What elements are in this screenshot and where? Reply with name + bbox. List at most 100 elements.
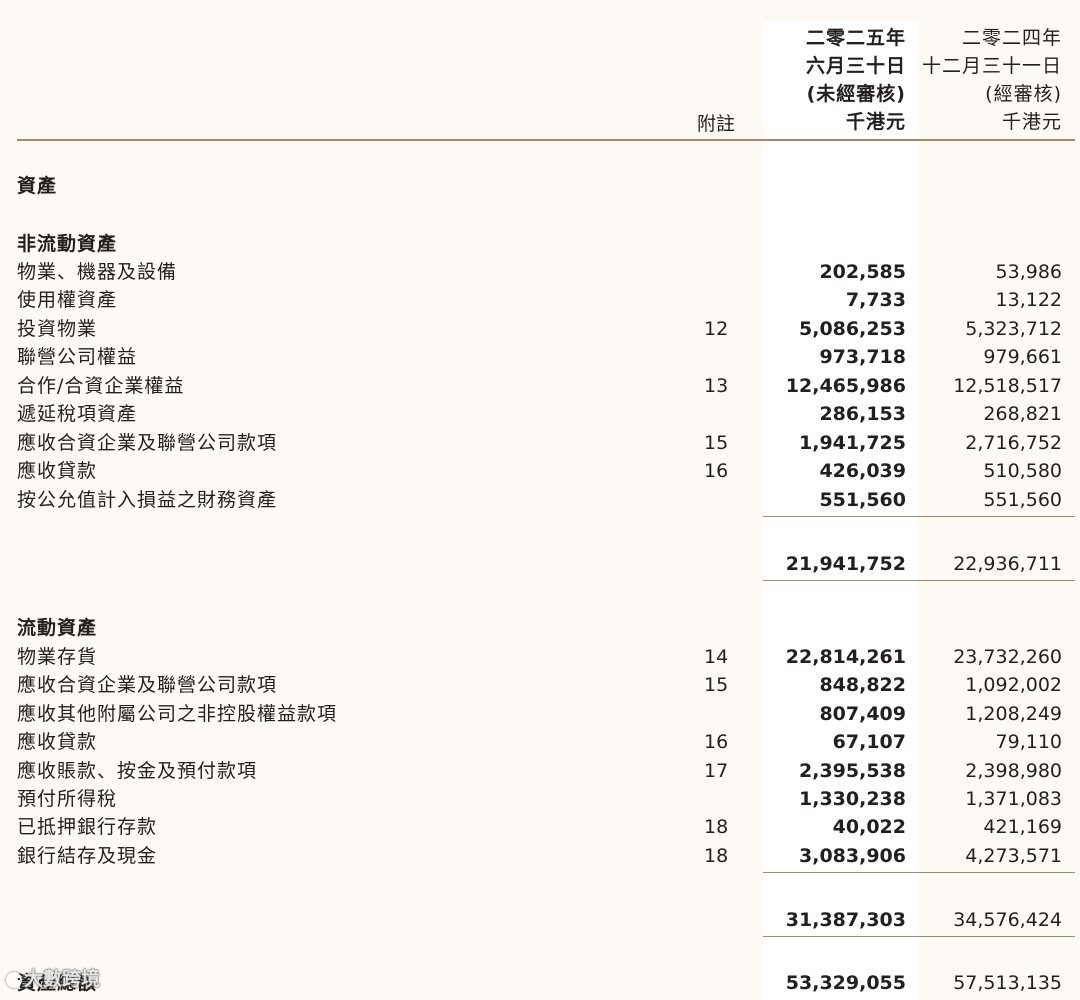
non-current-subtotal-previous: 22,936,711 <box>953 553 1062 575</box>
row-label: 應收其他附屬公司之非控股權益款項 <box>17 703 338 725</box>
row-label: 應收貸款 <box>17 460 98 482</box>
total-assets-current: 53,329,055 <box>785 972 906 994</box>
row-note: 16 <box>704 460 729 482</box>
table-row: 使用權資產 7,733 13,122 <box>0 286 1080 314</box>
row-current-value: 973,718 <box>819 346 906 368</box>
table-row: 預付所得稅 1,330,238 1,371,083 <box>0 785 1080 813</box>
table-row: 應收其他附屬公司之非控股權益款項 807,409 1,208,249 <box>0 700 1080 728</box>
current-assets-heading: 流動資產 <box>17 617 98 639</box>
table-row: 應收合資企業及聯營公司款項 15 1,941,725 2,716,752 <box>0 429 1080 457</box>
row-current-value: 2,395,538 <box>799 760 906 782</box>
row-current-value: 286,153 <box>819 403 906 425</box>
table-row: 應收貸款 16 67,107 79,110 <box>0 728 1080 756</box>
table-row: 物業、機器及設備 202,585 53,986 <box>0 258 1080 286</box>
current-header-year: 二零二五年 <box>805 27 906 49</box>
row-note: 14 <box>704 646 729 668</box>
row-previous-value: 4,273,571 <box>965 845 1062 867</box>
row-current-value: 5,086,253 <box>799 318 906 340</box>
row-current-value: 202,585 <box>819 261 906 283</box>
row-note: 18 <box>704 816 729 838</box>
previous-header-audit: (經審核) <box>985 83 1062 105</box>
row-previous-value: 551,560 <box>983 489 1062 511</box>
row-current-value: 848,822 <box>819 674 906 696</box>
table-row: 銀行結存及現金 18 3,083,906 4,273,571 <box>0 842 1080 870</box>
row-current-value: 426,039 <box>819 460 906 482</box>
row-current-value: 551,560 <box>819 489 906 511</box>
row-previous-value: 2,716,752 <box>965 432 1062 454</box>
subtotal-rule-previous <box>919 516 1075 517</box>
current-header-unit: 千港元 <box>845 111 906 133</box>
row-note: 16 <box>704 731 729 753</box>
row-previous-value: 2,398,980 <box>965 760 1062 782</box>
row-previous-value: 13,122 <box>995 289 1062 311</box>
row-previous-value: 79,110 <box>995 731 1062 753</box>
subtotal-rule-current <box>763 516 919 517</box>
row-previous-value: 53,986 <box>995 261 1062 283</box>
table-row: 聯營公司權益 973,718 979,661 <box>0 343 1080 371</box>
row-current-value: 7,733 <box>845 289 906 311</box>
row-previous-value: 421,169 <box>983 816 1062 838</box>
subtotal-underline-current <box>763 580 919 581</box>
row-label: 按公允值計入損益之財務資產 <box>17 489 278 511</box>
table-row: 已抵押銀行存款 18 40,022 421,169 <box>0 813 1080 841</box>
row-label: 應收貸款 <box>17 731 98 753</box>
note-column-header: 附註 <box>697 113 736 135</box>
non-current-assets-heading: 非流動資產 <box>17 233 118 255</box>
row-label: 已抵押銀行存款 <box>17 816 158 838</box>
table-row: 遞延稅項資產 286,153 268,821 <box>0 400 1080 428</box>
row-note: 13 <box>704 375 729 397</box>
row-current-value: 22,814,261 <box>785 646 906 668</box>
row-note: 17 <box>704 760 729 782</box>
row-note: 18 <box>704 845 729 867</box>
table-row: 物業存貨 14 22,814,261 23,732,260 <box>0 643 1080 671</box>
row-label: 應收合資企業及聯營公司款項 <box>17 432 278 454</box>
row-label: 物業、機器及設備 <box>17 261 178 283</box>
row-previous-value: 12,518,517 <box>953 375 1062 397</box>
previous-period-header: 二零二四年 十二月三十一日 (經審核) 千港元 <box>922 24 1062 136</box>
row-previous-value: 510,580 <box>983 460 1062 482</box>
current-assets-subtotal-row: 31,387,303 34,576,424 <box>0 906 1080 934</box>
watermark-text: 大數跨境 <box>24 968 101 990</box>
previous-header-unit: 千港元 <box>1001 111 1062 133</box>
current-assets-subtotal-previous: 34,576,424 <box>953 909 1062 931</box>
row-label: 應收賬款、按金及預付款項 <box>17 760 258 782</box>
watermark-logo-icon <box>6 971 22 988</box>
balance-sheet: 二零二五年 六月三十日 (未經審核) 千港元 二零二四年 十二月三十一日 (經審… <box>0 0 1080 1000</box>
subtotal-underline-previous <box>919 936 1075 937</box>
row-label: 投資物業 <box>17 318 98 340</box>
row-note: 15 <box>704 674 729 696</box>
row-label: 聯營公司權益 <box>17 346 138 368</box>
table-row: 投資物業 12 5,086,253 5,323,712 <box>0 315 1080 343</box>
current-period-header: 二零二五年 六月三十日 (未經審核) 千港元 <box>806 24 906 136</box>
table-row: 應收合資企業及聯營公司款項 15 848,822 1,092,002 <box>0 671 1080 699</box>
row-previous-value: 5,323,712 <box>965 318 1062 340</box>
row-previous-value: 23,732,260 <box>953 646 1062 668</box>
row-label: 使用權資產 <box>17 289 118 311</box>
row-previous-value: 979,661 <box>983 346 1062 368</box>
header-divider <box>17 139 1075 141</box>
previous-header-year: 二零二四年 <box>961 27 1062 49</box>
current-header-audit: (未經審核) <box>806 83 906 105</box>
row-label: 合作/合資企業權益 <box>17 375 185 397</box>
watermark: 大數跨境 <box>6 966 100 992</box>
current-assets-subtotal-current: 31,387,303 <box>785 909 906 931</box>
table-row: 應收貸款 16 426,039 510,580 <box>0 457 1080 485</box>
row-current-value: 40,022 <box>832 816 906 838</box>
table-row: 合作/合資企業權益 13 12,465,986 12,518,517 <box>0 372 1080 400</box>
row-label: 預付所得稅 <box>17 788 118 810</box>
row-note: 12 <box>704 318 729 340</box>
subtotal-underline-previous <box>919 580 1075 581</box>
row-previous-value: 268,821 <box>983 403 1062 425</box>
row-current-value: 3,083,906 <box>799 845 906 867</box>
table-row: 應收賬款、按金及預付款項 17 2,395,538 2,398,980 <box>0 757 1080 785</box>
subtotal-rule-current <box>763 872 919 873</box>
section-title-assets: 資產 <box>17 175 58 197</box>
total-assets-previous: 57,513,135 <box>953 972 1062 994</box>
subtotal-rule-previous <box>919 872 1075 873</box>
row-current-value: 1,941,725 <box>799 432 906 454</box>
row-label: 銀行結存及現金 <box>17 845 158 867</box>
row-previous-value: 1,092,002 <box>965 674 1062 696</box>
subtotal-underline-current <box>763 936 919 937</box>
row-label: 物業存貨 <box>17 646 98 668</box>
non-current-subtotal-current: 21,941,752 <box>785 553 906 575</box>
